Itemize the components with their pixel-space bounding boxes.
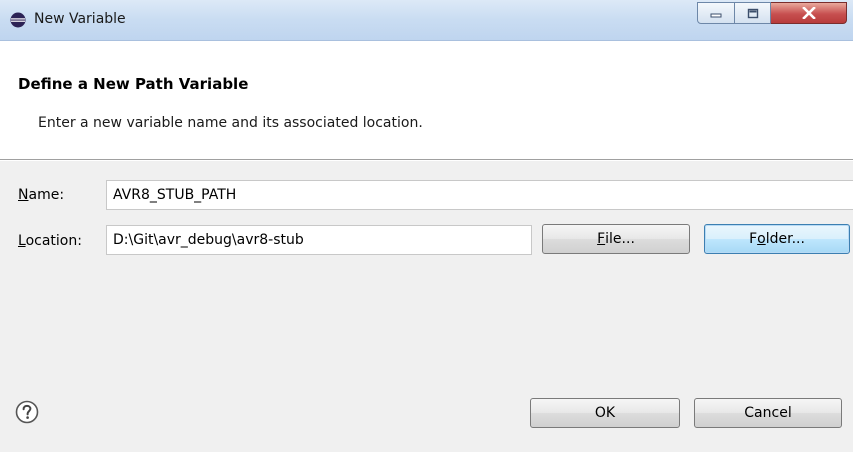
ok-button[interactable]: OK: [530, 398, 680, 428]
name-label: Name:: [18, 187, 64, 203]
window-title: New Variable: [34, 11, 126, 27]
eclipse-icon: [10, 12, 26, 28]
name-label-mnemonic: N: [18, 187, 29, 203]
location-label-text: ocation:: [25, 233, 82, 249]
cancel-button[interactable]: Cancel: [694, 398, 842, 428]
file-button[interactable]: File...: [542, 224, 690, 254]
folder-button-label-start: F: [749, 231, 758, 247]
folder-button-label: lder...: [765, 231, 805, 247]
help-icon[interactable]: [15, 400, 39, 424]
folder-button[interactable]: Fo lder...: [704, 224, 850, 254]
location-label-mnemonic: L: [18, 233, 26, 249]
file-button-mnemonic: F: [597, 231, 606, 247]
minimize-button[interactable]: [697, 2, 735, 24]
dialog-header: Define a New Path Variable Enter a new v…: [0, 41, 853, 158]
close-icon: [801, 7, 816, 19]
name-field[interactable]: [106, 180, 853, 210]
name-label-text: ame:: [28, 187, 65, 203]
location-field[interactable]: [106, 225, 532, 255]
maximize-icon: [747, 8, 758, 18]
close-button[interactable]: [771, 2, 847, 24]
folder-button-mnemonic: o: [757, 231, 766, 247]
header-title: Define a New Path Variable: [18, 75, 249, 93]
header-description: Enter a new variable name and its associ…: [38, 115, 423, 131]
location-label: Location:: [18, 233, 82, 249]
title-bar: New Variable: [0, 0, 853, 41]
maximize-button[interactable]: [735, 2, 771, 24]
minimize-icon: [710, 13, 722, 18]
file-button-label: ile...: [605, 231, 635, 247]
window-controls: [697, 2, 847, 26]
